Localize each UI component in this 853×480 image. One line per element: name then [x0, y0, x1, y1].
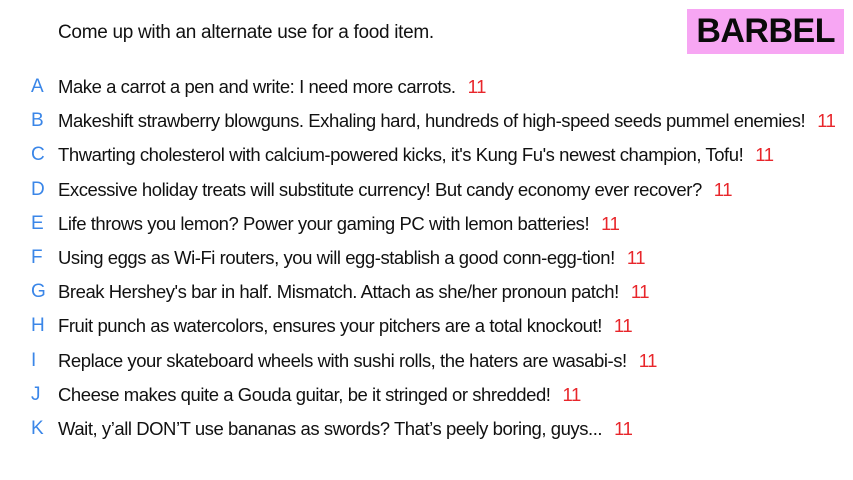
answer-score: 11 [613, 315, 633, 337]
answer-row: D Excessive holiday treats will substitu… [0, 173, 853, 207]
answer-score: 11 [817, 110, 836, 132]
answer-text: Fruit punch as watercolors, ensures your… [58, 315, 602, 337]
answer-letter: K [31, 417, 44, 439]
answer-letter: B [31, 110, 44, 132]
answer-row: G Break Hershey's bar in half. Mismatch.… [0, 275, 853, 309]
answer-text: Life throws you lemon? Power your gaming… [58, 212, 590, 234]
answer-row: I Replace your skateboard wheels with su… [0, 344, 853, 378]
answer-score: 11 [713, 178, 733, 200]
answer-letter: D [31, 178, 45, 200]
answer-text: Replace your skateboard wheels with sush… [58, 349, 627, 371]
answer-text: Wait, y’all DON’T use bananas as swords?… [58, 417, 603, 439]
answer-text: Makeshift strawberry blowguns. Exhaling … [58, 110, 806, 132]
answer-list: A Make a carrot a pen and write: I need … [0, 70, 853, 446]
answer-score: 11 [467, 76, 487, 98]
answer-score: 11 [614, 417, 633, 439]
answer-letter: G [31, 281, 46, 303]
answer-text: Excessive holiday treats will substitute… [58, 178, 702, 200]
answer-text: Using eggs as Wi-Fi routers, you will eg… [58, 247, 615, 269]
answer-letter: I [31, 349, 37, 371]
answer-letter: H [31, 315, 45, 337]
answer-row: K Wait, y’all DON’T use bananas as sword… [0, 412, 853, 446]
answer-letter: E [31, 212, 44, 234]
prompt-text: Come up with an alternate use for a food… [58, 22, 434, 43]
answer-score: 11 [626, 247, 646, 269]
answer-row: A Make a carrot a pen and write: I need … [0, 70, 853, 104]
answer-score: 11 [601, 212, 620, 234]
answer-row: J Cheese makes quite a Gouda guitar, be … [0, 378, 853, 412]
answer-score: 11 [755, 144, 774, 166]
answer-letter: A [31, 76, 44, 98]
answer-text: Break Hershey's bar in half. Mismatch. A… [58, 281, 619, 303]
answer-score: 11 [630, 281, 650, 303]
answer-row: H Fruit punch as watercolors, ensures yo… [0, 309, 853, 343]
answer-text: Thwarting cholesterol with calcium-power… [58, 144, 744, 166]
answer-row: B Makeshift strawberry blowguns. Exhalin… [0, 104, 853, 138]
answer-letter: F [31, 247, 43, 269]
answer-score: 11 [638, 349, 658, 371]
answer-score: 11 [562, 383, 581, 405]
answer-letter: C [31, 144, 45, 166]
answer-letter: J [31, 383, 41, 405]
answer-row: E Life throws you lemon? Power your gami… [0, 207, 853, 241]
answer-row: F Using eggs as Wi-Fi routers, you will … [0, 241, 853, 275]
player-name-badge: BARBEL [687, 9, 844, 54]
answer-row: C Thwarting cholesterol with calcium-pow… [0, 138, 853, 172]
answer-text: Make a carrot a pen and write: I need mo… [58, 76, 456, 98]
answer-text: Cheese makes quite a Gouda guitar, be it… [58, 383, 551, 405]
